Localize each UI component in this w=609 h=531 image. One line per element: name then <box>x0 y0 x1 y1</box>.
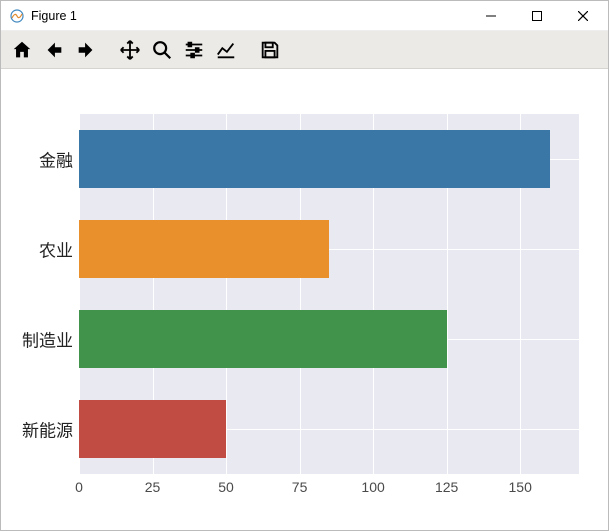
minimize-button[interactable] <box>468 1 514 31</box>
back-button[interactable] <box>39 35 69 65</box>
y-tick-label: 金融 <box>3 147 73 172</box>
x-tick-label: 50 <box>218 479 234 495</box>
home-button[interactable] <box>7 35 37 65</box>
window-titlebar: Figure 1 <box>1 1 608 31</box>
x-tick-label: 75 <box>292 479 308 495</box>
save-button[interactable] <box>255 35 285 65</box>
edit-axis-button[interactable] <box>211 35 241 65</box>
forward-button[interactable] <box>71 35 101 65</box>
figure-canvas[interactable]: 0 25 50 75 100 125 150 金融农业制造业新能源 <box>1 69 608 530</box>
zoom-button[interactable] <box>147 35 177 65</box>
maximize-button[interactable] <box>514 1 560 31</box>
bar <box>79 400 226 458</box>
x-tick-label: 0 <box>75 479 83 495</box>
toolbar <box>1 31 608 69</box>
plot-area <box>79 114 579 474</box>
window-title: Figure 1 <box>31 9 468 23</box>
close-button[interactable] <box>560 1 606 31</box>
pan-button[interactable] <box>115 35 145 65</box>
bar <box>79 310 447 368</box>
y-tick-label: 新能源 <box>3 417 73 442</box>
configure-button[interactable] <box>179 35 209 65</box>
x-tick-label: 25 <box>145 479 161 495</box>
x-tick-label: 100 <box>361 479 384 495</box>
x-tick-label: 125 <box>435 479 458 495</box>
y-tick-label: 制造业 <box>3 327 73 352</box>
bar <box>79 220 329 278</box>
x-tick-label: 150 <box>508 479 531 495</box>
app-icon <box>9 8 25 24</box>
y-tick-label: 农业 <box>3 237 73 262</box>
bar <box>79 130 550 188</box>
